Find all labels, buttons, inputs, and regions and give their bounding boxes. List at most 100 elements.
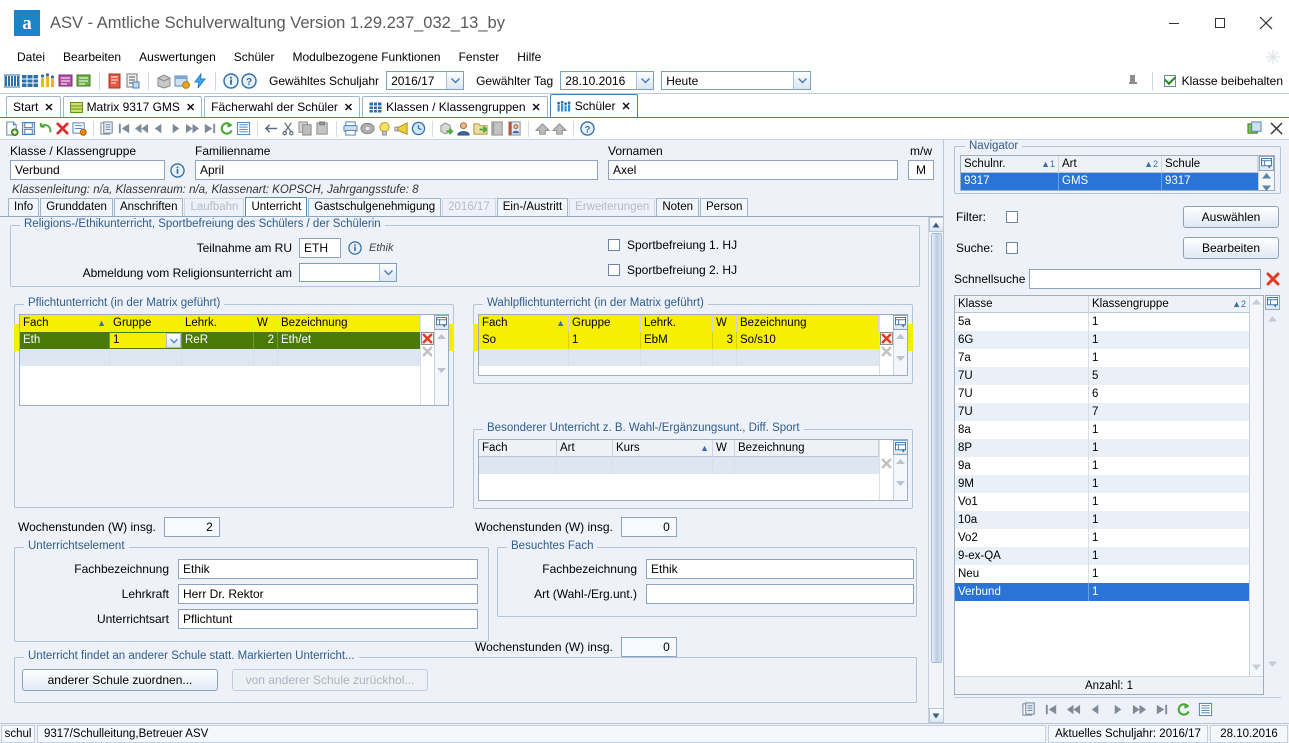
window-new-icon[interactable] bbox=[174, 73, 190, 89]
col-fach[interactable]: Fach bbox=[479, 439, 557, 457]
navigator-school-side[interactable] bbox=[1258, 156, 1274, 191]
next-record-icon[interactable] bbox=[1110, 702, 1125, 717]
col-schule[interactable]: Schule bbox=[1162, 155, 1258, 173]
print-icon[interactable] bbox=[343, 121, 358, 136]
menu-fenster[interactable]: Fenster bbox=[450, 48, 509, 66]
menu-datei[interactable]: Datei bbox=[8, 48, 54, 66]
table-row[interactable]: 9-ex-QA 1 bbox=[955, 547, 1249, 565]
anderer-schule-zuordnen-button[interactable]: anderer Schule zuordnen... bbox=[22, 669, 218, 691]
column-chooser-icon[interactable] bbox=[434, 315, 449, 330]
table-row[interactable]: 8a 1 bbox=[955, 421, 1249, 439]
maximize-button[interactable] bbox=[1197, 0, 1243, 46]
table-row[interactable]: Eth 1 ReR 2 Eth/et bbox=[20, 332, 420, 349]
menu-auswertungen[interactable]: Auswertungen bbox=[130, 48, 225, 66]
col-art[interactable]: Art bbox=[557, 439, 613, 457]
help-circle-icon[interactable]: ? bbox=[580, 121, 595, 136]
col-fach[interactable]: Fach ▲ bbox=[20, 314, 110, 332]
table-row[interactable]: 9317 GMS 9317 bbox=[961, 173, 1258, 190]
col-bezeichnung[interactable]: Bezeichnung bbox=[737, 314, 879, 332]
print-report-icon[interactable] bbox=[125, 73, 141, 89]
grey-book-icon[interactable] bbox=[490, 121, 505, 136]
col-w[interactable]: W bbox=[713, 439, 735, 457]
subtab-anschriften[interactable]: Anschriften bbox=[113, 198, 184, 216]
vornamen-input[interactable]: Axel bbox=[608, 160, 898, 180]
table-row[interactable]: 7U 6 bbox=[955, 385, 1249, 403]
column-chooser-icon[interactable] bbox=[893, 315, 908, 330]
chevron-down-icon[interactable] bbox=[379, 264, 396, 281]
table-row-empty[interactable] bbox=[20, 349, 420, 366]
table-row[interactable]: 9M 1 bbox=[955, 475, 1249, 493]
schuljahr-combo[interactable]: 2016/17 bbox=[386, 71, 465, 90]
scrollbar-track[interactable] bbox=[929, 232, 944, 708]
familienname-input[interactable]: April bbox=[195, 160, 598, 180]
klasse-input[interactable]: Verbund bbox=[10, 160, 165, 180]
table-row[interactable]: 5a 1 bbox=[955, 313, 1249, 331]
navigator-school-grid[interactable]: Schulnr. ▲1 Art ▲2 Schule 9317 GMS 9317 bbox=[960, 155, 1275, 191]
tab-start[interactable]: Start ✕ bbox=[6, 96, 61, 117]
delete-row-icon[interactable] bbox=[421, 332, 434, 345]
table-row[interactable]: 8P 1 bbox=[955, 439, 1249, 457]
col-klasse[interactable]: Klasse bbox=[955, 295, 1089, 313]
first-record-icon[interactable] bbox=[117, 121, 132, 136]
wahlpflicht-grid[interactable]: Fach ▲ Gruppe Lehrk. W Bezeichnung So 1 … bbox=[478, 314, 908, 376]
clock-icon[interactable] bbox=[411, 121, 426, 136]
new-document-icon[interactable] bbox=[4, 121, 19, 136]
table-row[interactable]: Vo2 1 bbox=[955, 529, 1249, 547]
lightbulb-icon[interactable] bbox=[377, 121, 392, 136]
scroll-up-icon[interactable] bbox=[895, 457, 906, 469]
col-fach[interactable]: Fach ▲ bbox=[479, 314, 569, 332]
fast-back-icon[interactable] bbox=[1066, 702, 1081, 717]
chevron-down-icon[interactable] bbox=[166, 333, 181, 348]
package-gray-icon[interactable] bbox=[156, 73, 172, 89]
save-icon[interactable] bbox=[21, 121, 36, 136]
address-book-icon[interactable] bbox=[507, 121, 522, 136]
clear-search-icon[interactable] bbox=[1265, 271, 1281, 287]
table-row[interactable]: 6G 1 bbox=[955, 331, 1249, 349]
pin-gray-icon[interactable] bbox=[1125, 73, 1141, 89]
students-group-icon[interactable] bbox=[40, 72, 56, 89]
sportbefreiung-2hj-checkbox[interactable] bbox=[608, 264, 620, 276]
col-schulnr[interactable]: Schulnr. ▲1 bbox=[961, 155, 1059, 173]
info-icon[interactable] bbox=[170, 162, 185, 178]
close-panel-icon[interactable] bbox=[1270, 122, 1283, 135]
tag-date-combo[interactable]: 28.10.2016 bbox=[560, 71, 655, 90]
heute-combo[interactable]: Heute bbox=[661, 71, 812, 90]
subtab-ein-austritt[interactable]: Ein-/Austritt bbox=[496, 198, 569, 216]
table-row[interactable]: Verbund 1 bbox=[955, 583, 1249, 601]
first-record-icon[interactable] bbox=[1044, 702, 1059, 717]
delete-icon[interactable] bbox=[55, 121, 70, 136]
content-vertical-scrollbar[interactable] bbox=[928, 217, 943, 723]
report-red-icon[interactable] bbox=[107, 73, 123, 89]
list-green-icon[interactable] bbox=[76, 73, 92, 89]
col-gruppe[interactable]: Gruppe bbox=[110, 314, 182, 332]
copy-icon[interactable] bbox=[298, 121, 313, 136]
previous-record-icon[interactable] bbox=[1088, 702, 1103, 717]
mw-input[interactable]: M bbox=[908, 160, 934, 180]
scroll-down-icon[interactable] bbox=[1251, 662, 1262, 674]
info-icon[interactable] bbox=[348, 241, 362, 255]
table-row[interactable]: 9a 1 bbox=[955, 457, 1249, 475]
subtab-gastschulgenehmigung[interactable]: Gastschulgenehmigung bbox=[308, 198, 442, 216]
table-row[interactable]: Neu 1 bbox=[955, 565, 1249, 583]
scroll-down-icon[interactable] bbox=[1261, 183, 1272, 195]
last-record-icon[interactable] bbox=[1154, 702, 1169, 717]
navigator-class-grid[interactable]: Klasse Klassengruppe ▲2 5a 1 6G 1 7a 1 7U 5 7U 6 7U… bbox=[954, 295, 1264, 695]
scroll-down-icon[interactable] bbox=[895, 354, 906, 366]
col-lehrk[interactable]: Lehrk. bbox=[182, 314, 254, 332]
folder-export-icon[interactable] bbox=[473, 121, 488, 136]
pflicht-grid[interactable]: Fach ▲ Gruppe Lehrk. W Bezeichnung Eth 1… bbox=[19, 314, 449, 406]
scroll-up-icon[interactable] bbox=[436, 332, 447, 344]
col-gruppe[interactable]: Gruppe bbox=[569, 314, 641, 332]
tab-faecherwahl[interactable]: Fächerwahl der Schüler ✕ bbox=[204, 96, 361, 117]
delete-row-icon[interactable] bbox=[880, 332, 893, 345]
cut-icon[interactable] bbox=[281, 121, 296, 136]
scroll-down-icon[interactable] bbox=[1267, 657, 1278, 671]
close-button[interactable] bbox=[1243, 0, 1289, 46]
scrollbar-thumb[interactable] bbox=[930, 233, 942, 663]
subject-choice-icon[interactable] bbox=[58, 73, 74, 89]
scroll-up-button[interactable] bbox=[928, 217, 943, 232]
menu-hilfe[interactable]: Hilfe bbox=[508, 48, 550, 66]
chevron-up-gray2-icon[interactable] bbox=[552, 121, 567, 136]
tab-klassen[interactable]: Klassen / Klassengruppen ✕ bbox=[362, 96, 548, 117]
col-kurs[interactable]: Kurs ▲ bbox=[613, 439, 713, 457]
